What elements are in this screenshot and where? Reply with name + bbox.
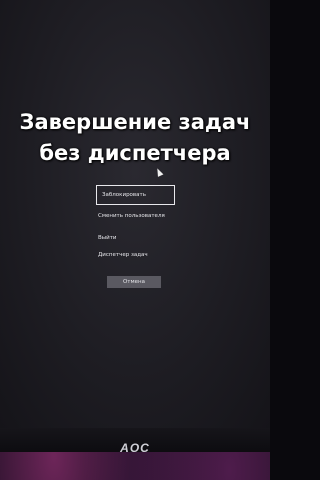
- video-caption: Завершение задач без диспетчера: [0, 107, 270, 169]
- monitor-brand-logo: AOC: [120, 441, 150, 455]
- caption-line-2: без диспетчера: [39, 141, 231, 165]
- cancel-button[interactable]: Отмена: [107, 276, 161, 288]
- sign-out-option[interactable]: Выйти: [98, 235, 116, 241]
- switch-user-option[interactable]: Сменить пользователя: [98, 213, 165, 219]
- task-manager-option[interactable]: Диспетчер задач: [98, 252, 148, 258]
- lock-option[interactable]: Заблокировать: [96, 185, 175, 205]
- caption-line-1: Завершение задач: [19, 110, 251, 134]
